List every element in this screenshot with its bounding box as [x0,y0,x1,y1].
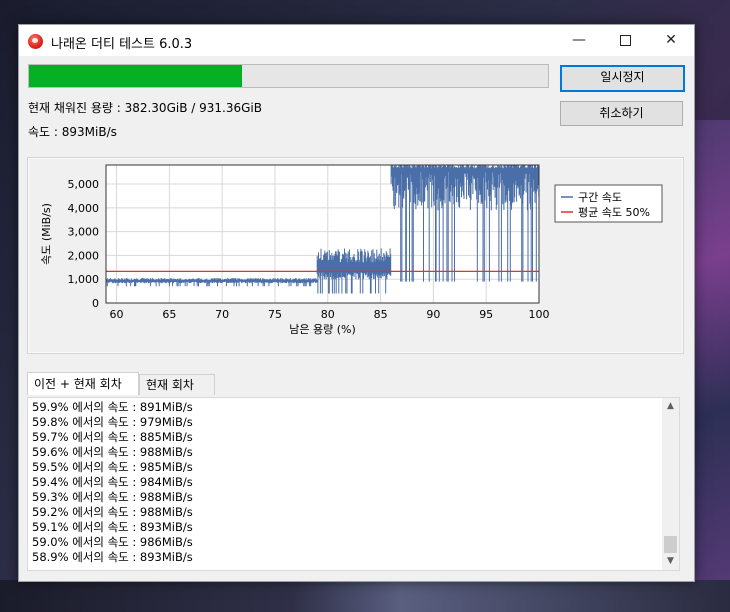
close-icon: ✕ [665,32,677,48]
x-tick-label: 85 [374,308,388,321]
log-line: 59.4% 에서의 속도 : 984MiB/s [32,475,193,489]
maximize-icon [619,34,631,46]
app-logo-icon [28,34,43,49]
maximize-button[interactable] [602,25,648,56]
y-tick-label: 3,000 [68,226,100,239]
x-tick-label: 65 [162,308,176,321]
x-tick-label: 95 [479,308,493,321]
tab-current[interactable]: 현재 회차 [139,374,215,395]
app-window: 나래온 더티 테스트 6.0.3 — ✕ 일시정지 취소하기 현재 채워진 용량… [18,24,695,582]
log-scrollbar[interactable]: ▲ ▼ [662,398,679,570]
log-line: 59.0% 에서의 속도 : 986MiB/s [32,535,193,549]
scroll-up-icon[interactable]: ▲ [662,398,679,415]
log-line: 59.6% 에서의 속도 : 988MiB/s [32,445,193,459]
legend-label: 평균 속도 50% [578,206,650,219]
x-tick-label: 70 [215,308,229,321]
speed-chart: 60 65 70 75 80 85 90 95 100 0 1,000 2,000 3,000 4,000… [40,164,663,336]
x-tick-label: 80 [321,308,335,321]
y-tick-label: 5,000 [68,178,100,191]
x-tick-label: 90 [426,308,440,321]
y-tick-label: 4,000 [68,202,100,215]
fill-progress-bar [28,64,549,88]
log-line: 59.7% 에서의 속도 : 885MiB/s [32,430,193,444]
log-line: 59.2% 에서의 속도 : 988MiB/s [32,505,193,519]
log-line: 59.9% 에서의 속도 : 891MiB/s [32,400,193,414]
title-bar[interactable]: 나래온 더티 테스트 6.0.3 — ✕ [19,25,694,56]
progress-fill [29,65,242,87]
x-tick-label: 75 [268,308,282,321]
log-line: 59.1% 에서의 속도 : 893MiB/s [32,520,193,534]
y-tick-label: 0 [92,297,99,310]
legend-label: 구간 속도 [578,191,622,204]
y-axis-label: 속도 (MiB/s) [40,203,53,265]
minimize-icon: — [572,32,586,48]
y-tick-label: 1,000 [68,273,100,286]
close-button[interactable]: ✕ [648,25,694,56]
window-title: 나래온 더티 테스트 6.0.3 [51,37,193,52]
log-lines: 59.9% 에서의 속도 : 891MiB/s 59.8% 에서의 속도 : 97… [32,400,662,565]
x-tick-label: 60 [110,308,124,321]
scroll-down-icon[interactable]: ▼ [662,553,679,570]
pause-button[interactable]: 일시정지 [560,65,685,92]
scrollbar-thumb[interactable] [664,536,677,553]
filled-capacity-text: 현재 채워진 용량 : 382.30GiB / 931.36GiB [28,101,262,115]
current-speed-text: 속도 : 893MiB/s [28,125,117,139]
taskbar-background [0,580,730,612]
tab-previous-and-current[interactable]: 이전 + 현재 회차 [27,372,139,395]
log-line: 59.3% 에서의 속도 : 988MiB/s [32,490,193,504]
x-tick-label: 100 [529,308,550,321]
minimize-button[interactable]: — [556,25,602,56]
speed-chart-panel: 60 65 70 75 80 85 90 95 100 0 1,000 2,000 3,000 4,000… [27,157,684,354]
log-line: 59.8% 에서의 속도 : 979MiB/s [32,415,193,429]
cancel-button[interactable]: 취소하기 [560,101,683,126]
log-line: 59.5% 에서의 속도 : 985MiB/s [32,460,193,474]
y-tick-label: 2,000 [68,249,100,262]
speed-log-list[interactable]: 59.9% 에서의 속도 : 891MiB/s 59.8% 에서의 속도 : 97… [27,397,680,571]
x-axis-label: 남은 용량 (%) [289,323,356,336]
log-line: 58.9% 에서의 속도 : 893MiB/s [32,550,193,564]
